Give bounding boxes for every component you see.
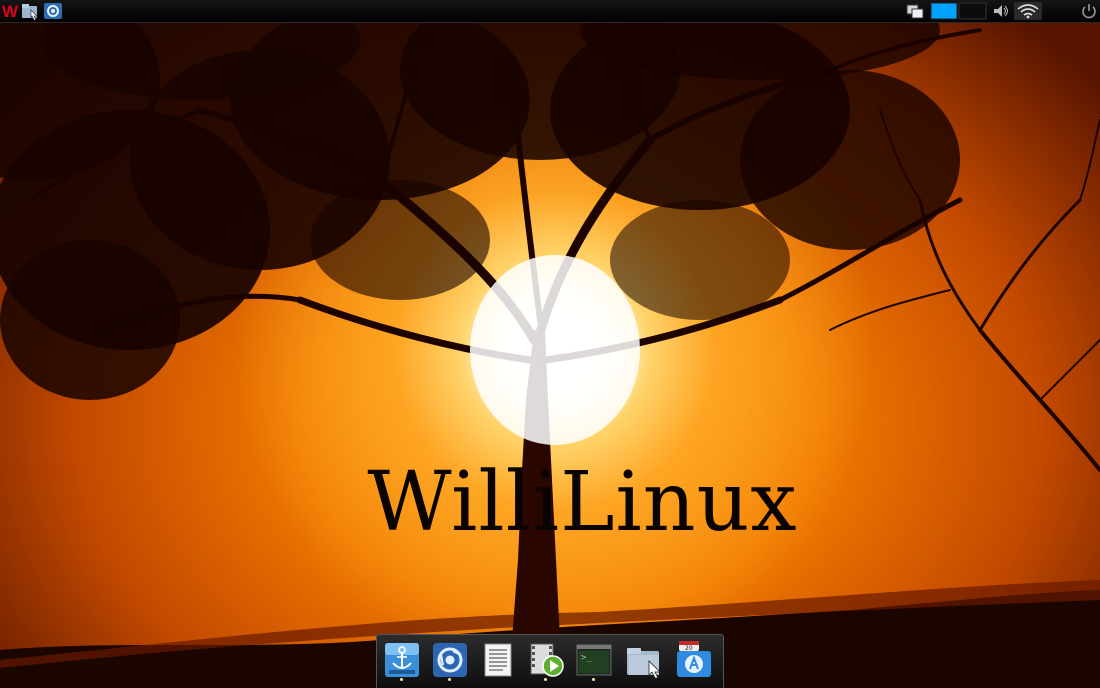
volume-icon[interactable] <box>992 2 1010 20</box>
tree-silhouette <box>0 0 1100 687</box>
wallpaper-title: WilliLinux <box>367 455 798 550</box>
file-manager-icon[interactable] <box>625 641 663 679</box>
text-editor-icon[interactable] <box>479 641 517 679</box>
window-list-icon[interactable] <box>906 2 924 20</box>
chromium-icon[interactable] <box>431 641 469 681</box>
svg-text:W: W <box>2 2 19 20</box>
anchor-app-icon[interactable] <box>383 641 421 681</box>
willilinux-menu-icon[interactable]: W <box>2 2 20 21</box>
software-store-icon[interactable]: 20 <box>675 641 713 679</box>
top-panel: W <box>0 0 1100 23</box>
power-icon[interactable] <box>1080 2 1098 20</box>
svg-text:20: 20 <box>685 645 693 652</box>
workspace-switcher[interactable] <box>930 2 988 20</box>
file-manager-icon[interactable] <box>21 2 39 21</box>
media-player-icon[interactable] <box>527 641 565 681</box>
browser-icon[interactable] <box>44 2 62 20</box>
terminal-icon[interactable]: >_ <box>575 641 613 681</box>
wifi-icon[interactable] <box>1014 2 1042 20</box>
dock: >_ 20 <box>376 634 724 688</box>
